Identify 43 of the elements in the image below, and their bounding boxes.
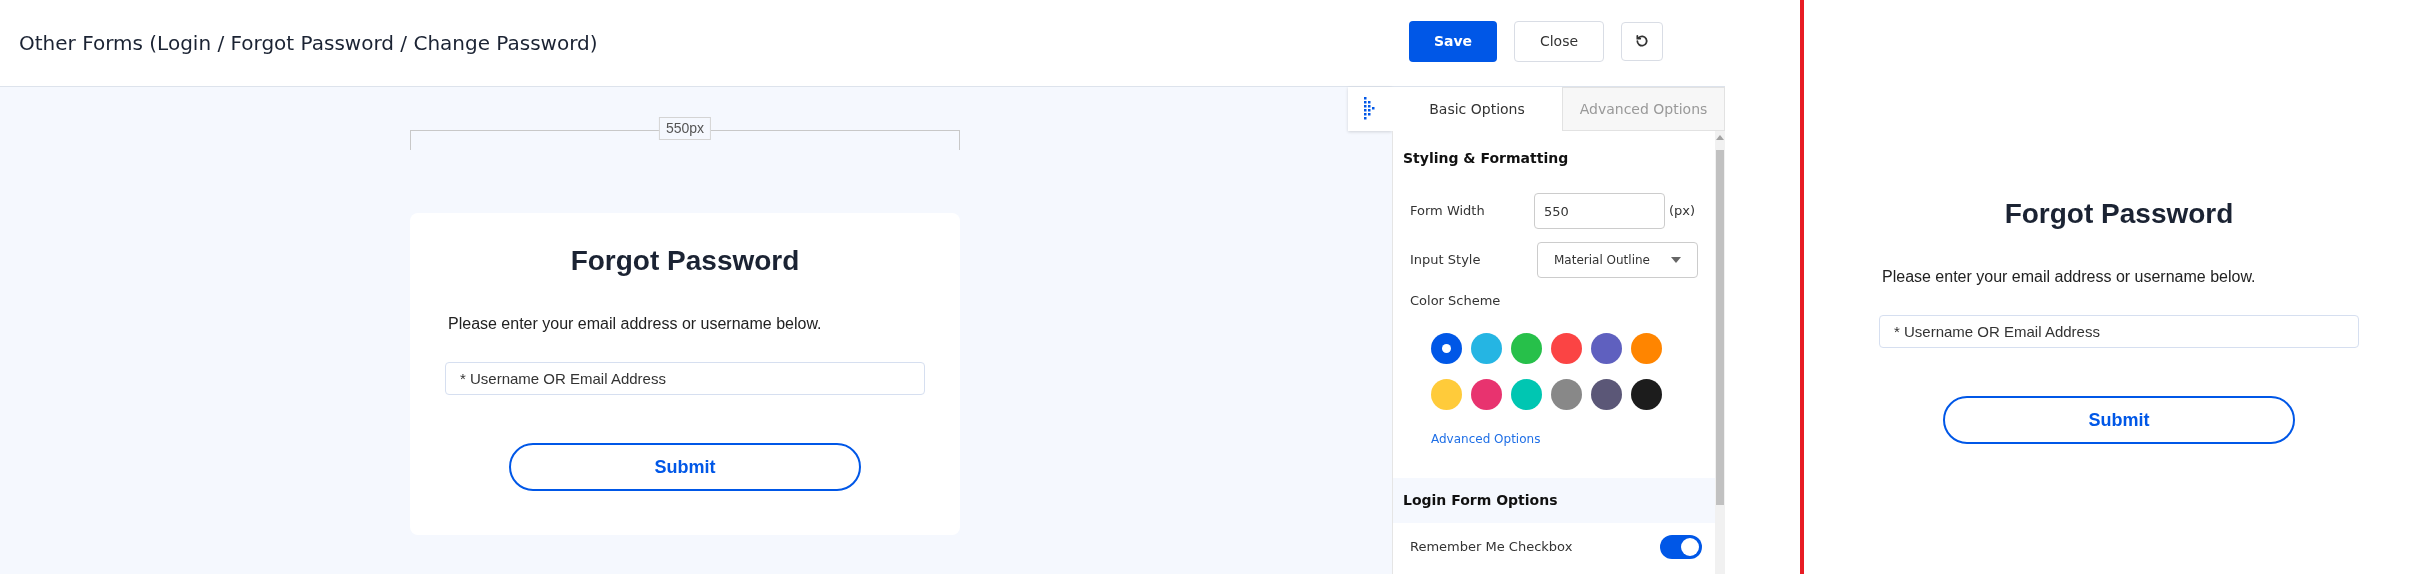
username-field[interactable]: * Username OR Email Address — [1879, 315, 2359, 348]
form-width-field[interactable]: 550 — [1534, 193, 1665, 229]
ruler-label: 550px — [658, 117, 712, 140]
form-title: Forgot Password — [2004, 197, 2234, 231]
form-instructions: Please enter your email address or username below. — [1882, 267, 2256, 287]
username-field[interactable]: * Username OR Email Address — [445, 362, 925, 395]
panel-tab[interactable]: Basic Options — [1392, 87, 1562, 131]
color-swatch[interactable] — [1431, 378, 1462, 410]
save-button[interactable]: Save — [1409, 20, 1497, 62]
submit-button[interactable]: Submit — [509, 443, 861, 491]
color-swatch[interactable] — [1551, 332, 1582, 364]
input-style-dropdown[interactable]: Material Outline — [1537, 242, 1698, 278]
form-title: Forgot Password — [570, 244, 800, 278]
color-swatch[interactable] — [1591, 378, 1622, 410]
color-swatch[interactable] — [1551, 378, 1582, 410]
page-title: Other Forms (Login / Forgot Password / Change Password) — [19, 30, 599, 57]
dots-icon — [1364, 97, 1376, 121]
color-swatch[interactable] — [1431, 332, 1462, 364]
unit-label: (px) — [1669, 202, 1696, 221]
color-swatch[interactable] — [1471, 332, 1502, 364]
panel-drag-handle[interactable] — [1348, 87, 1392, 131]
reset-button[interactable] — [1621, 21, 1663, 61]
color-swatch[interactable] — [1511, 378, 1542, 410]
color-swatch[interactable] — [1591, 332, 1622, 364]
color-swatch[interactable] — [1471, 378, 1502, 410]
toggle-switch[interactable] — [1660, 534, 1702, 559]
option-label: Remember Me Checkbox — [1410, 537, 1573, 556]
form-instructions: Please enter your email address or username below. — [448, 314, 822, 334]
field-label: Form Width — [1410, 202, 1486, 221]
color-swatch[interactable] — [1631, 332, 1662, 364]
color-swatch[interactable] — [1631, 378, 1662, 410]
section-title: Styling & Formatting — [1402, 149, 1570, 168]
color-swatch[interactable] — [1511, 332, 1542, 364]
field-label: Color Scheme — [1409, 292, 1502, 310]
scroll-up-icon[interactable] — [1716, 135, 1724, 140]
section-title: Login Form Options — [1403, 490, 1558, 510]
advanced-options-link[interactable]: Advanced Options — [1393, 429, 1715, 448]
caret-icon — [1671, 257, 1681, 263]
submit-button[interactable]: Submit — [1943, 396, 2295, 444]
undo-icon — [1635, 34, 1649, 48]
field-label: Input Style — [1410, 251, 1482, 270]
scrollbar[interactable] — [1715, 131, 1725, 574]
close-button[interactable]: Close — [1514, 20, 1604, 62]
